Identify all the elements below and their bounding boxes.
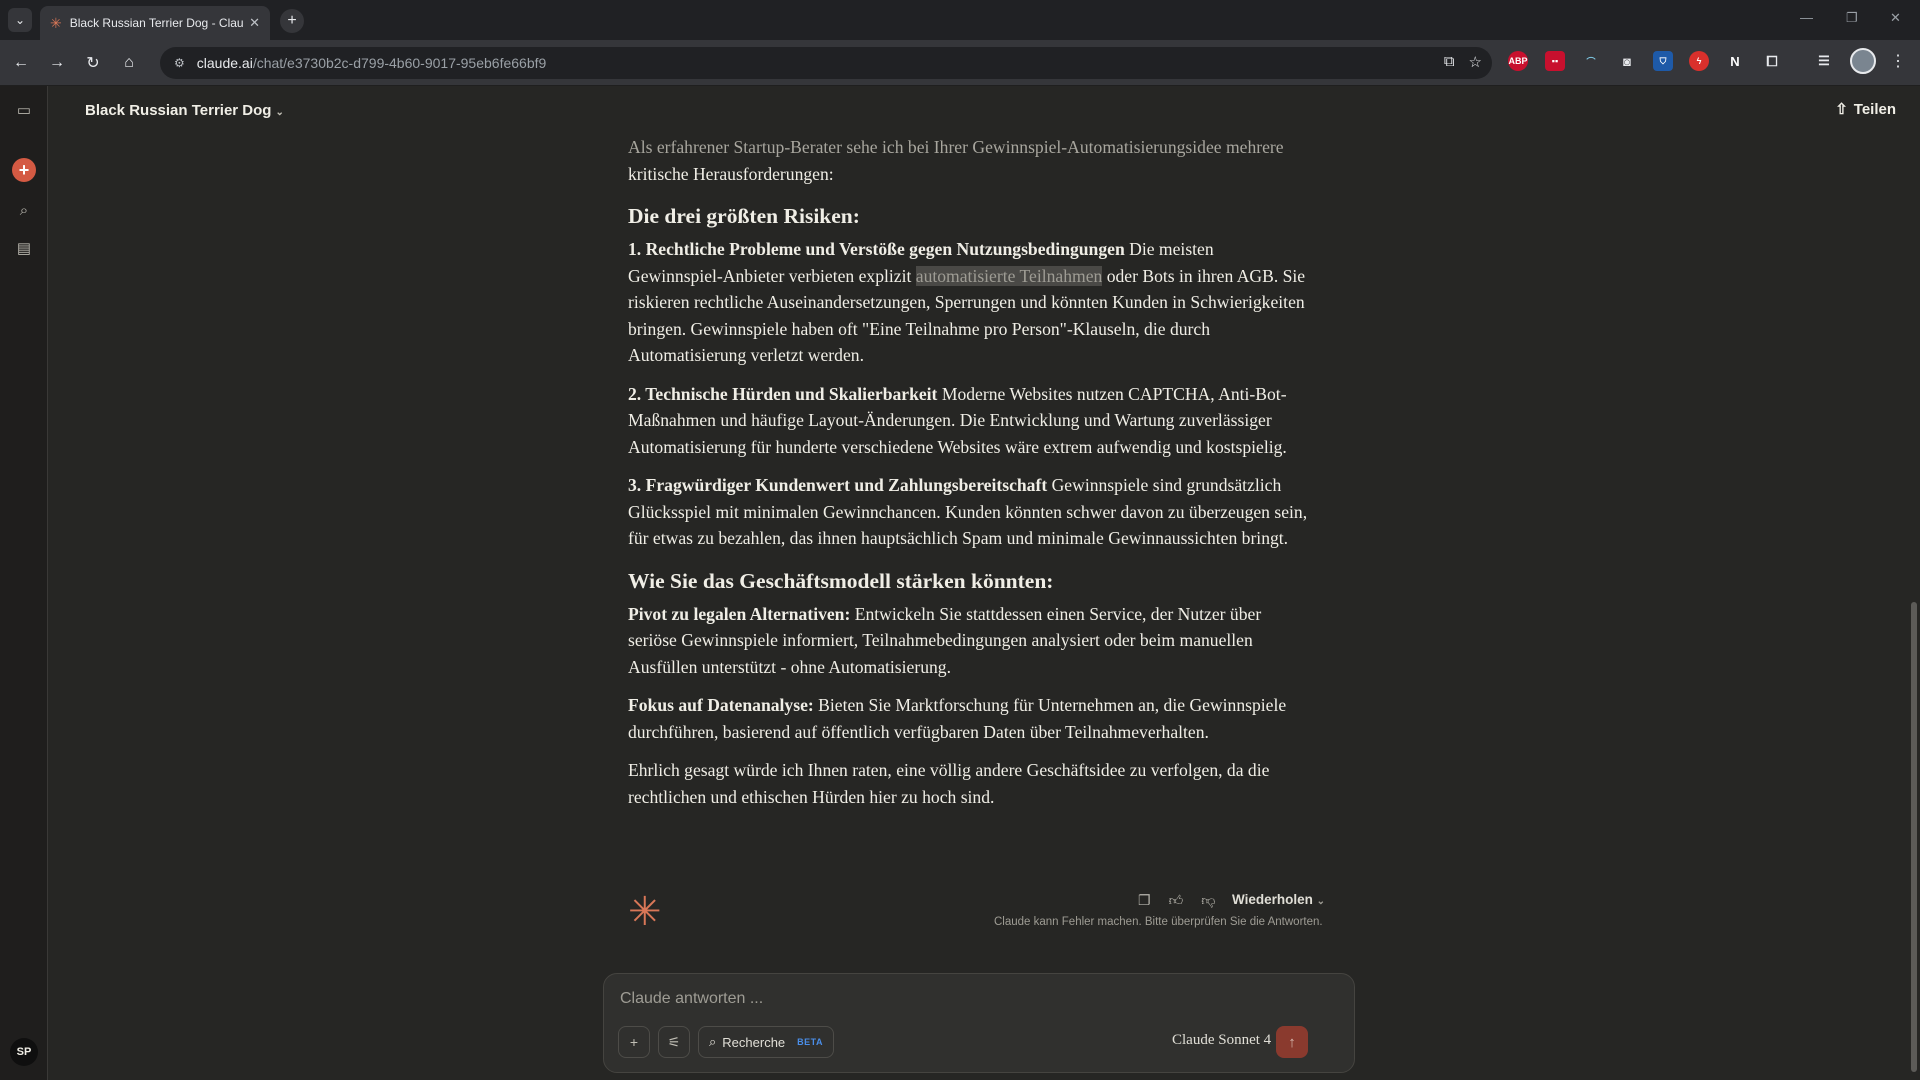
- browser-toolbar: ← → ↻ ⌂ ⚙ claude.ai /chat/e3730b2c-d799-…: [0, 40, 1920, 86]
- reload-icon[interactable]: ↻: [82, 52, 104, 74]
- scrollbar[interactable]: [1908, 86, 1920, 1080]
- tools-button[interactable]: ⚟: [658, 1026, 690, 1058]
- selected-text-highlight: automatisierte Teilnahmen: [915, 265, 1103, 286]
- strengthen-heading: Wie Sie das Geschäftsmodell stärken könn…: [628, 568, 1054, 593]
- chat-title-dropdown[interactable]: Black Russian Terrier Dog ⌄: [85, 102, 284, 119]
- chats-search-icon[interactable]: ⌕: [12, 198, 36, 222]
- message-actions: ✳ ❐ 👍︎ 👎︎ Wiederholen ⌄ Claude kann Fehl…: [628, 888, 1340, 938]
- sidebar-toggle-icon[interactable]: ▭: [12, 98, 36, 122]
- claude-logo-icon: ✳: [628, 890, 662, 934]
- projects-icon[interactable]: ▤: [12, 236, 36, 260]
- suggestion-1-title: Pivot zu legalen Alternativen:: [628, 603, 851, 624]
- share-icon: ⇧: [1835, 101, 1848, 118]
- risk-2-title: 2. Technische Hürden und Skalierbarkeit: [628, 383, 938, 404]
- address-bar[interactable]: ⚙ claude.ai /chat/e3730b2c-d799-4b60-901…: [160, 47, 1492, 79]
- minimize-icon[interactable]: —: [1800, 10, 1813, 25]
- profile-avatar[interactable]: [1850, 48, 1876, 74]
- chevron-down-icon: ⌄: [1316, 896, 1326, 907]
- bitwarden-extension-icon[interactable]: ⛉: [1653, 51, 1673, 71]
- model-selector[interactable]: Claude Sonnet 4 ⌄: [1172, 1032, 1283, 1049]
- suggestion-2-title: Fokus auf Datenanalyse:: [628, 695, 814, 715]
- chevron-down-icon: ⌄: [275, 107, 284, 118]
- retry-label: Wiederholen: [1232, 892, 1313, 907]
- tab-title: Black Russian Terrier Dog - Claude: [69, 16, 244, 30]
- media-controls-icon[interactable]: ☰: [1814, 51, 1834, 71]
- share-label: Teilen: [1853, 100, 1896, 118]
- message-composer[interactable]: Claude antworten ... + ⚟ ⌕ Recherche BET…: [603, 973, 1355, 1073]
- risk-3-paragraph: 3. Fragwürdiger Kundenwert und Zahlungsb…: [628, 472, 1308, 552]
- plus-icon: +: [629, 1034, 639, 1050]
- extension-rainbow-icon[interactable]: ⌒: [1581, 51, 1601, 71]
- new-tab-button[interactable]: +: [280, 9, 304, 33]
- url-host: claude.ai: [196, 55, 253, 71]
- bookmark-star-icon[interactable]: ☆: [1469, 53, 1482, 71]
- retry-button[interactable]: Wiederholen ⌄: [1232, 892, 1325, 907]
- restore-icon[interactable]: ❐: [1846, 10, 1858, 26]
- add-attachment-button[interactable]: +: [618, 1026, 650, 1058]
- suggestion-1-paragraph: Pivot zu legalen Alternativen: Entwickel…: [628, 601, 1308, 681]
- browser-tab-active[interactable]: ✳ Black Russian Terrier Dog - Claude ✕: [40, 6, 270, 40]
- assistant-message: Als erfahrener Startup-Berater sehe ich …: [628, 134, 1308, 822]
- camera-extension-icon[interactable]: ◙: [1617, 51, 1637, 71]
- home-icon[interactable]: ⌂: [118, 52, 140, 74]
- scrollbar-thumb[interactable]: [1911, 602, 1917, 1072]
- share-button[interactable]: ⇧ Teilen: [1835, 100, 1896, 119]
- url-path: /chat/e3730b2c-d799-4b60-9017-95eb6fe66b…: [252, 55, 547, 71]
- composer-input[interactable]: Claude antworten ...: [620, 990, 763, 1008]
- risks-heading: Die drei größten Risiken:: [628, 204, 860, 228]
- user-avatar[interactable]: SP: [10, 1038, 38, 1066]
- adblock-extension-icon[interactable]: ABP: [1508, 51, 1528, 71]
- beta-badge: BETA: [797, 1037, 823, 1047]
- intro-line-1: Als erfahrener Startup-Berater sehe ich …: [628, 137, 1284, 157]
- extension-bolt-icon[interactable]: ϟ: [1689, 51, 1709, 71]
- intro-paragraph: Als erfahrener Startup-Berater sehe ich …: [628, 134, 1308, 187]
- research-button[interactable]: ⌕ Recherche BETA: [698, 1026, 834, 1058]
- thumbs-down-icon[interactable]: 👎︎: [1201, 892, 1215, 909]
- chat-header: Black Russian Terrier Dog ⌄ ⇧ Teilen: [48, 86, 1920, 136]
- browser-menu-icon[interactable]: ⋮: [1890, 51, 1906, 71]
- copy-icon[interactable]: ❐: [1138, 892, 1151, 909]
- tab-search-chevron-icon[interactable]: ⌄: [8, 8, 32, 32]
- chat-title: Black Russian Terrier Dog: [85, 102, 272, 119]
- new-chat-button[interactable]: +: [12, 158, 36, 182]
- app-sidebar: ▭ + ⌕ ▤ SP: [0, 86, 48, 1080]
- search-icon: ⌕: [709, 1034, 717, 1049]
- back-icon[interactable]: ←: [10, 52, 32, 74]
- sliders-icon: ⚟: [667, 1033, 681, 1050]
- risk-1-paragraph: 1. Rechtliche Probleme und Verstöße gege…: [628, 236, 1308, 369]
- arrow-up-icon: ↑: [1288, 1033, 1296, 1051]
- browser-tab-strip: ⌄ ✳ Black Russian Terrier Dog - Claude ✕…: [0, 0, 1920, 40]
- suggestion-2-paragraph: Fokus auf Datenanalyse: Bieten Sie Markt…: [628, 692, 1308, 745]
- risk-1-title: 1. Rechtliche Probleme und Verstöße gege…: [628, 239, 1125, 259]
- claude-favicon-icon: ✳: [50, 14, 62, 31]
- disclaimer-text: Claude kann Fehler machen. Bitte überprü…: [994, 916, 1323, 928]
- window-close-icon[interactable]: ✕: [1890, 10, 1901, 26]
- forward-icon[interactable]: →: [46, 52, 68, 74]
- extensions-puzzle-icon[interactable]: ⧠: [1762, 51, 1782, 71]
- risk-3-title: 3. Fragwürdiger Kundenwert und Zahlungsb…: [628, 475, 1048, 495]
- site-info-icon[interactable]: ⚙: [174, 56, 185, 70]
- tab-close-icon[interactable]: ✕: [249, 15, 260, 31]
- notion-extension-icon[interactable]: N: [1725, 51, 1745, 71]
- intro-line-2: kritische Herausforderungen:: [628, 163, 834, 184]
- install-app-icon[interactable]: ⧉: [1444, 53, 1455, 71]
- send-button[interactable]: ↑: [1276, 1026, 1308, 1058]
- risk-2-paragraph: 2. Technische Hürden und Skalierbarkeit …: [628, 381, 1308, 461]
- closing-paragraph: Ehrlich gesagt würde ich Ihnen raten, ei…: [628, 760, 1270, 807]
- extension-red-icon[interactable]: ▪▪: [1545, 51, 1565, 71]
- model-name: Claude Sonnet 4: [1172, 1032, 1272, 1048]
- thumbs-up-icon[interactable]: 👍︎: [1169, 892, 1184, 909]
- research-label: Recherche: [722, 1034, 786, 1050]
